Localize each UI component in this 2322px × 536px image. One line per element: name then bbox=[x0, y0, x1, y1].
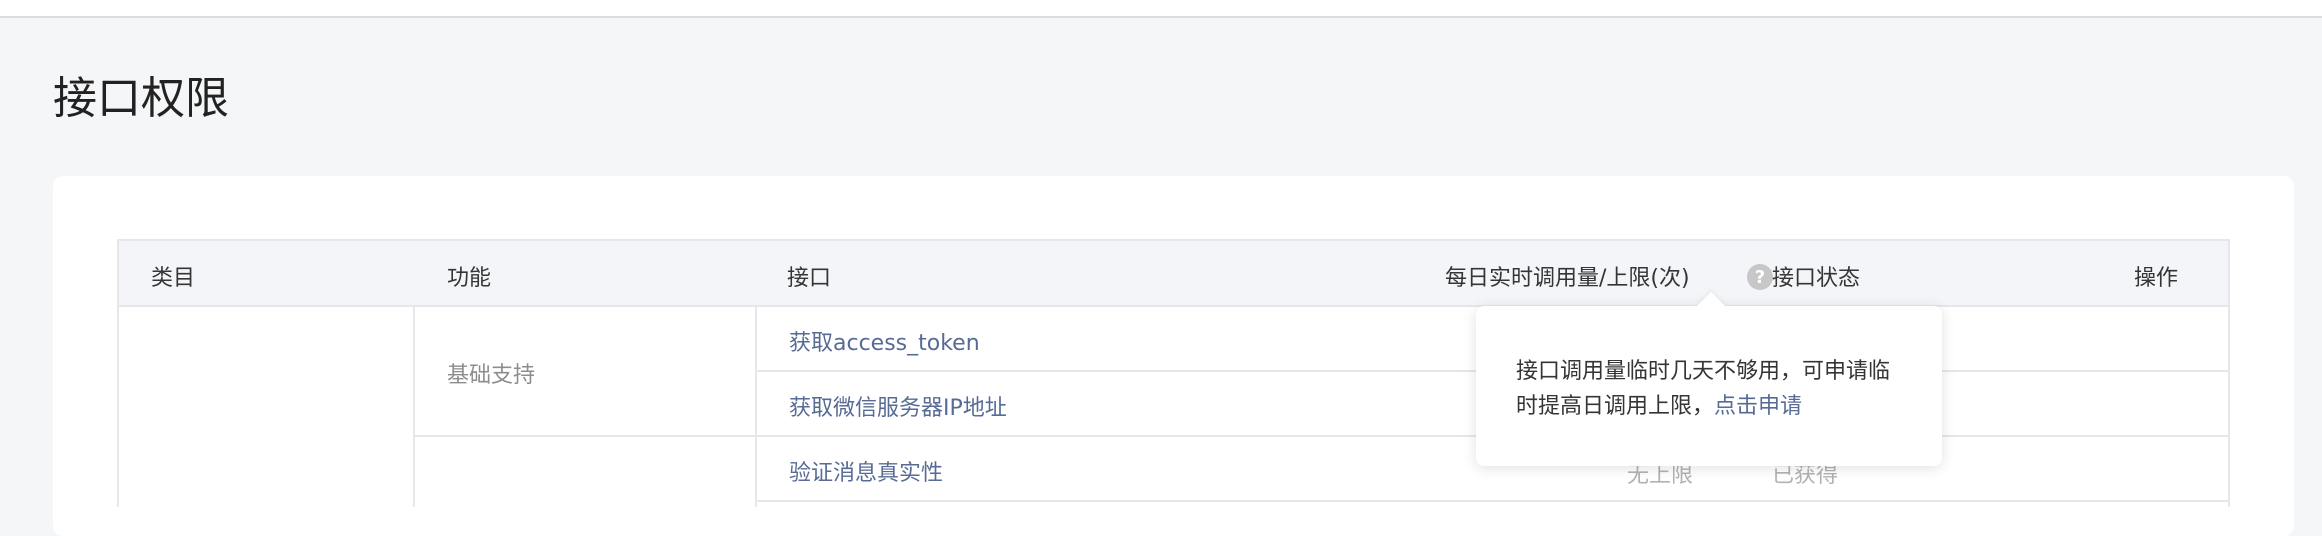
header-operation: 操作 bbox=[2133, 266, 2178, 291]
top-bar bbox=[0, 0, 2322, 18]
function-column: 基础支持 bbox=[415, 307, 757, 507]
apply-link[interactable]: 点击申请 bbox=[1714, 394, 1802, 419]
api-link-access-token[interactable]: 获取access_token bbox=[789, 325, 980, 357]
header-api: 接口 bbox=[787, 266, 832, 291]
permissions-card: 类目 功能 接口 每日实时调用量/上限(次) ? 接口状态 操作 基础支持 获取… bbox=[53, 176, 2294, 536]
quota-help-tooltip: 接口调用量临时几天不够用，可申请临 时提高日调用上限，点击申请 bbox=[1476, 291, 1942, 466]
tooltip-line-2-text: 时提高日调用上限， bbox=[1516, 394, 1715, 419]
tooltip-line-2: 时提高日调用上限，点击申请 bbox=[1516, 389, 1902, 424]
function-label: 基础支持 bbox=[447, 363, 536, 388]
api-link-server-ip[interactable]: 获取微信服务器IP地址 bbox=[789, 390, 1007, 422]
tooltip-line-1: 接口调用量临时几天不够用，可申请临 bbox=[1516, 359, 1891, 384]
header-function: 功能 bbox=[447, 266, 492, 291]
category-cell bbox=[119, 307, 415, 507]
help-icon[interactable]: ? bbox=[1747, 264, 1773, 290]
table-header: 类目 功能 接口 每日实时调用量/上限(次) ? 接口状态 操作 bbox=[119, 241, 2228, 307]
api-link-verify-message[interactable]: 验证消息真实性 bbox=[789, 455, 943, 487]
header-quota: 每日实时调用量/上限(次) bbox=[1445, 266, 1690, 291]
header-category: 类目 bbox=[151, 266, 196, 291]
header-status: 接口状态 bbox=[1772, 266, 1861, 291]
function-cell: 基础支持 bbox=[415, 307, 755, 437]
page-title: 接口权限 bbox=[53, 73, 229, 124]
